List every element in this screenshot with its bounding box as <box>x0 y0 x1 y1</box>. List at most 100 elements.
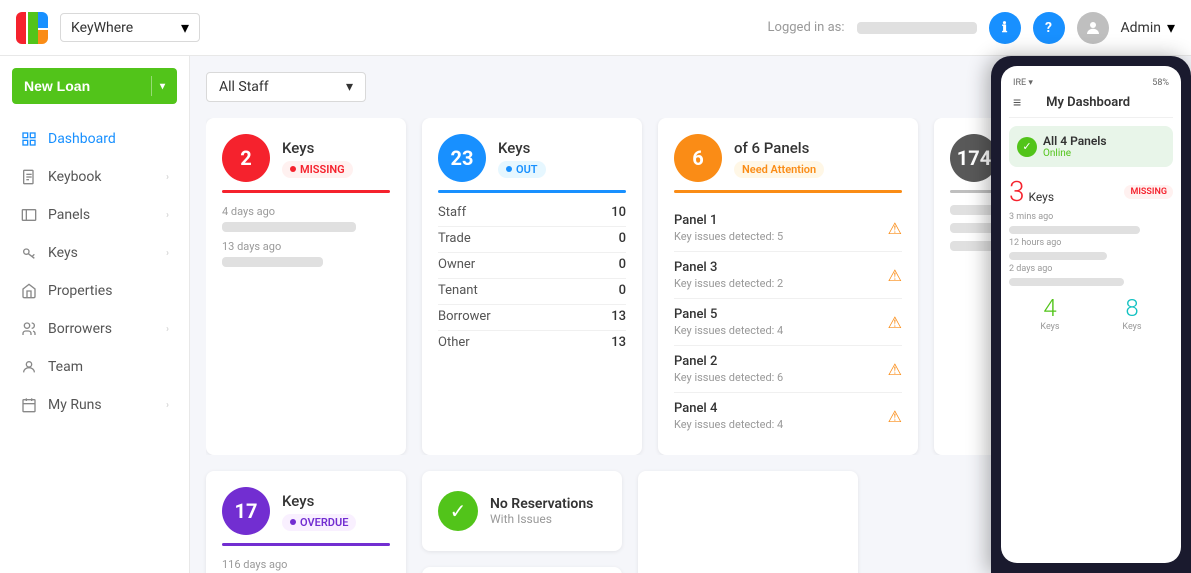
out-owner-label: Owner <box>438 257 475 272</box>
mobile-panels-section: ✓ All 4 Panels Online <box>1009 126 1173 167</box>
mobile-missing-badge: MISSING <box>1124 185 1173 199</box>
sidebar-item-properties[interactable]: Properties <box>4 272 185 310</box>
panel-1-alert: ⚠ <box>888 219 902 238</box>
new-loan-label: New Loan <box>24 78 90 94</box>
missing-keys-label: Keys <box>282 139 353 157</box>
logged-in-bar <box>857 22 977 34</box>
skeleton-1 <box>222 222 356 232</box>
mobile-keys-section: 3 Keys MISSING 3 mins ago 12 hours ago 2… <box>1009 175 1173 286</box>
staff-select[interactable]: All Staff ▾ <box>206 72 366 102</box>
panels-info: of 6 Panels Need Attention <box>734 139 824 178</box>
panels-divider <box>674 190 902 193</box>
sidebar-item-dashboard[interactable]: Dashboard <box>4 120 185 158</box>
mobile-carrier: IRE ▾ <box>1013 78 1033 88</box>
borrowers-chevron: › <box>166 324 169 335</box>
sidebar-item-keybook[interactable]: Keybook › <box>4 158 185 196</box>
my-runs-icon <box>20 396 38 414</box>
panels-status: Need Attention <box>734 161 824 178</box>
mobile-menu-icon[interactable]: ≡ <box>1013 94 1021 111</box>
out-other-value: 13 <box>611 335 626 350</box>
out-trade-label: Trade <box>438 231 471 246</box>
overdue-label: Keys <box>282 492 356 510</box>
panel-3-alert: ⚠ <box>888 266 902 285</box>
out-tenant-row: Tenant 0 <box>438 283 626 298</box>
sidebar-my-runs-label: My Runs <box>48 397 156 413</box>
mobile-sk-2 <box>1009 252 1107 260</box>
team-icon <box>20 358 38 376</box>
new-loan-button[interactable]: New Loan ▾ <box>12 68 177 104</box>
properties-icon <box>20 282 38 300</box>
missing-keys-status: MISSING <box>282 161 353 178</box>
panel-2-sub: Key issues detected: 6 <box>674 371 783 384</box>
panel-row-2: Panel 2 Key issues detected: 6 ⚠ <box>674 346 902 393</box>
overdue-badge: 17 <box>222 487 270 535</box>
mobile-overlay: IRE ▾ 58% ≡ My Dashboard ✓ All 4 Panels … <box>991 56 1191 573</box>
overdue-status: OVERDUE <box>282 514 356 531</box>
sidebar: New Loan ▾ Dashboard Keybook › Panels › … <box>0 56 190 573</box>
info-icon-btn[interactable]: ℹ <box>989 12 1021 44</box>
panel-5-name: Panel 5 <box>674 307 783 322</box>
mobile-sk-1 <box>1009 226 1140 234</box>
mobile-panels-count: All 4 Panels <box>1043 134 1107 148</box>
overdue-divider <box>222 543 390 546</box>
out-keys-card: 23 Keys OUT Staff 10 Trade 0 <box>422 118 642 455</box>
app-selector[interactable]: KeyWhere ▾ <box>60 13 200 42</box>
out-owner-value: 0 <box>619 257 626 272</box>
out-keys-badge: 23 <box>438 134 486 182</box>
keybook-chevron: › <box>166 172 169 183</box>
panel-row-1: Panel 1 Key issues detected: 5 ⚠ <box>674 205 902 252</box>
mobile-num-2: 8 Keys <box>1122 294 1141 332</box>
out-keys-divider <box>438 190 626 193</box>
out-other-row: Other 13 <box>438 335 626 350</box>
panels-header: 6 of 6 Panels Need Attention <box>674 134 902 182</box>
panel-5-sub: Key issues detected: 4 <box>674 324 783 337</box>
user-avatar <box>1077 12 1109 44</box>
app-selector-chevron: ▾ <box>181 18 189 37</box>
out-tenant-label: Tenant <box>438 283 478 298</box>
no-reservations-card: ✓ No Reservations With Issues <box>422 471 622 551</box>
out-trade-row: Trade 0 <box>438 231 626 246</box>
mobile-num-2-label: Keys <box>1122 322 1141 332</box>
mobile-sk-3 <box>1009 278 1124 286</box>
no-reservations-label: No Reservations <box>490 496 593 512</box>
mobile-num-1-label: Keys <box>1040 322 1059 332</box>
panels-icon <box>20 206 38 224</box>
mobile-bottom-nums: 4 Keys 8 Keys <box>1009 294 1173 332</box>
out-tenant-value: 0 <box>619 283 626 298</box>
keys-chevron: › <box>166 248 169 259</box>
sidebar-properties-label: Properties <box>48 283 169 299</box>
out-borrower-row: Borrower 13 <box>438 309 626 324</box>
missing-keys-info: Keys MISSING <box>282 139 353 178</box>
sidebar-item-my-runs[interactable]: My Runs › <box>4 386 185 424</box>
sidebar-item-panels[interactable]: Panels › <box>4 196 185 234</box>
mobile-num-2-value: 8 <box>1122 294 1141 322</box>
panel-4-name: Panel 4 <box>674 401 783 416</box>
app-name: KeyWhere <box>71 20 173 36</box>
out-keys-label: Keys <box>498 139 546 157</box>
mobile-keys-header: 3 Keys MISSING <box>1009 175 1173 208</box>
panel-3-name: Panel 3 <box>674 260 783 275</box>
no-reservations-sub: With Issues <box>490 512 593 526</box>
mobile-header: ≡ My Dashboard <box>1009 88 1173 118</box>
out-staff-label: Staff <box>438 205 466 220</box>
mobile-num-1-value: 4 <box>1040 294 1059 322</box>
panel-2-name: Panel 2 <box>674 354 783 369</box>
mobile-card: IRE ▾ 58% ≡ My Dashboard ✓ All 4 Panels … <box>1001 66 1181 563</box>
out-keys-status: OUT <box>498 161 546 178</box>
staff-select-label: All Staff <box>219 79 269 95</box>
overdue-header: 17 Keys OVERDUE <box>222 487 390 535</box>
panels-badge: 6 <box>674 134 722 182</box>
no-reservations-text: No Reservations With Issues <box>490 496 593 526</box>
keybook-icon <box>20 168 38 186</box>
overdue-keys-card: 17 Keys OVERDUE 116 days ago 98 days ago… <box>206 471 406 573</box>
borrowers-icon <box>20 320 38 338</box>
sidebar-item-borrowers[interactable]: Borrowers › <box>4 310 185 348</box>
sidebar-item-keys[interactable]: Keys › <box>4 234 185 272</box>
mobile-time-3: 2 days ago <box>1009 264 1173 274</box>
sidebar-item-team[interactable]: Team <box>4 348 185 386</box>
my-runs-chevron: › <box>166 400 169 411</box>
app-logo <box>16 12 48 44</box>
user-menu[interactable]: Admin ▾ <box>1121 18 1175 37</box>
help-icon-btn[interactable]: ? <box>1033 12 1065 44</box>
sidebar-dashboard-label: Dashboard <box>48 131 169 147</box>
